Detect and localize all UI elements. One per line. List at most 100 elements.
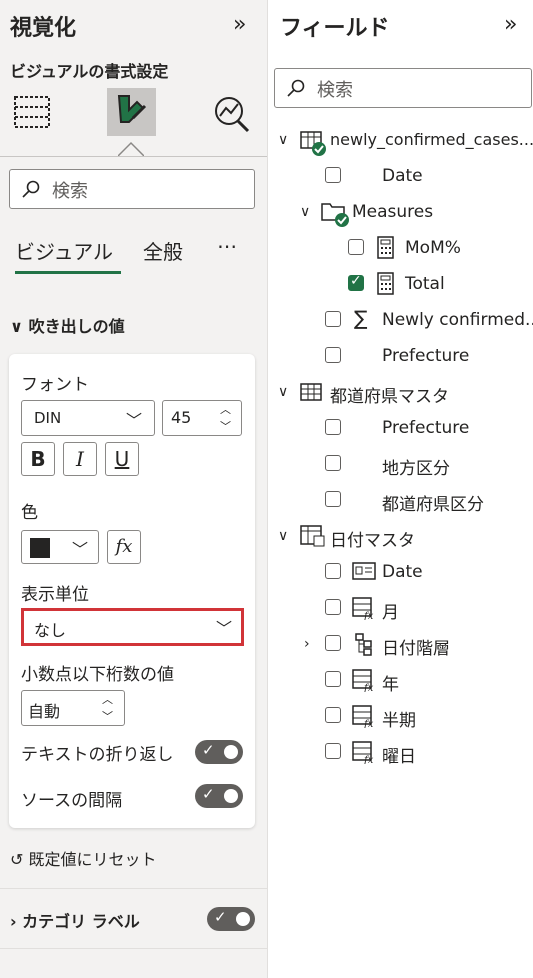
svg-text:fx: fx [363,755,374,764]
date-table-icon [300,524,326,552]
font-label: フォント [21,375,89,395]
source-spacing-label: ソースの間隔 [21,791,123,811]
tree-field-label[interactable]: Date [382,562,423,582]
bold-button[interactable]: B [21,442,55,476]
chevron-down-icon: ﹀ [216,619,233,638]
svg-text:fx: fx [363,719,374,728]
field-checkbox[interactable] [325,635,341,651]
field-checkbox[interactable] [325,167,341,183]
format-visual-icon[interactable] [107,88,156,136]
calculated-column-icon: fx [352,668,378,696]
color-picker[interactable]: ﹀ [21,530,99,564]
field-checkbox[interactable] [325,311,341,327]
font-family-dropdown[interactable]: DIN ﹀ [21,400,155,436]
id-card-icon [352,562,376,584]
calculated-column-icon: fx [352,596,378,624]
field-checkbox[interactable] [325,707,341,723]
chevron-down-icon[interactable]: ∨ [278,528,288,544]
decimal-stepper[interactable]: 自動 ︿ ﹀ [21,690,125,726]
tab-visual[interactable]: ビジュアル [15,236,113,265]
display-units-label: 表示単位 [21,585,89,605]
text-wrap-toggle[interactable]: ✓ [195,740,243,764]
field-checkbox[interactable] [325,455,341,471]
analytics-icon[interactable] [212,94,252,138]
field-checkbox[interactable] [325,599,341,615]
color-swatch [30,538,50,558]
tree-measure-label[interactable]: Total [405,274,445,294]
sigma-icon: ∑ [354,306,368,330]
italic-button[interactable]: I [63,442,97,476]
underline-button[interactable]: U [105,442,139,476]
divider [0,156,267,157]
field-checkbox[interactable] [325,563,341,579]
build-visual-icon[interactable] [13,94,51,134]
tree-field-label[interactable]: Newly confirmed... [382,310,533,330]
divider [0,888,267,889]
tree-field-label[interactable]: 半期 [382,706,416,731]
tree-field-label[interactable]: 年 [382,670,399,695]
tab-visual-underline [15,271,121,274]
tree-field-label[interactable]: Prefecture [382,346,469,366]
chevron-down-icon: ﹀ [126,411,143,430]
decrement-icon[interactable]: ﹀ [102,708,113,724]
callout-section-header[interactable]: ∨ 吹き出しの値 [10,313,125,337]
field-checkbox[interactable] [325,671,341,687]
format-search-input[interactable]: 検索 [9,169,255,209]
calculated-column-icon: fx [352,740,378,768]
category-label-toggle[interactable]: ✓ [207,907,255,931]
color-label: 色 [21,503,38,523]
collapse-pane-icon[interactable]: » [504,12,517,37]
tree-table-label[interactable]: newly_confirmed_cases... [330,130,533,149]
chevron-right-icon: › [10,912,23,931]
search-icon [287,79,305,97]
tree-field-label[interactable]: 日付階層 [382,634,450,659]
source-spacing-toggle[interactable]: ✓ [195,784,243,808]
tree-field-label[interactable]: 都道府県区分 [382,490,484,515]
display-units-dropdown[interactable]: なし ﹀ [21,608,244,646]
increment-icon[interactable]: ︿ [220,401,231,417]
decrement-icon[interactable]: ﹀ [220,418,231,434]
tree-folder-label[interactable]: Measures [352,202,433,222]
reset-label: 既定値にリセット [28,850,157,869]
category-label-section[interactable]: › カテゴリ ラベル [10,908,140,932]
fields-title: フィールド [280,16,390,41]
increment-icon[interactable]: ︿ [102,691,113,707]
more-options-icon[interactable]: ⋯ [217,234,237,258]
search-placeholder: 検索 [52,181,88,202]
field-checkbox[interactable] [325,743,341,759]
fields-search-input[interactable]: 検索 [274,68,532,108]
field-checkbox[interactable] [348,239,364,255]
tree-field-label[interactable]: Date [382,166,423,186]
field-checkbox[interactable] [325,419,341,435]
fx-button[interactable]: fx [107,530,141,564]
divider [0,948,267,949]
folder-icon [320,200,350,232]
tree-table-label[interactable]: 都道府県マスタ [330,382,449,407]
chevron-down-icon[interactable]: ∨ [278,132,288,148]
collapse-pane-icon[interactable]: » [233,12,246,37]
calculator-icon [377,272,395,300]
field-checkbox[interactable] [325,491,341,507]
category-label-title: カテゴリ ラベル [22,912,140,931]
tree-measure-label[interactable]: MoM% [405,238,461,258]
field-checkbox-checked[interactable] [348,273,364,291]
tree-table-label[interactable]: 日付マスタ [330,526,415,551]
format-visual-subtitle: ビジュアルの書式設定 [10,62,169,81]
tab-general[interactable]: 全般 [143,236,183,265]
tree-field-label[interactable]: 月 [382,598,399,623]
chevron-down-icon[interactable]: ∨ [300,204,310,220]
chevron-down-icon[interactable]: ∨ [278,384,288,400]
tree-field-label[interactable]: 地方区分 [382,454,450,479]
font-size-value: 45 [171,408,192,427]
tree-field-label[interactable]: Prefecture [382,418,469,438]
font-size-stepper[interactable]: 45 ︿ ﹀ [162,400,242,436]
callout-values-card: フォント DIN ﹀ 45 ︿ ﹀ B I U 色 ﹀ fx 表示単位 なし ﹀… [9,354,255,828]
table-icon [300,382,324,406]
reset-to-default-button[interactable]: ↺ 既定値にリセット [10,846,157,870]
svg-text:fx: fx [363,683,374,692]
tree-field-label[interactable]: 曜日 [382,742,416,767]
field-checkbox[interactable] [325,347,341,363]
chevron-right-icon[interactable]: › [304,636,310,652]
text-wrap-label: テキストの折り返し [21,745,174,765]
font-family-value: DIN [34,409,62,427]
